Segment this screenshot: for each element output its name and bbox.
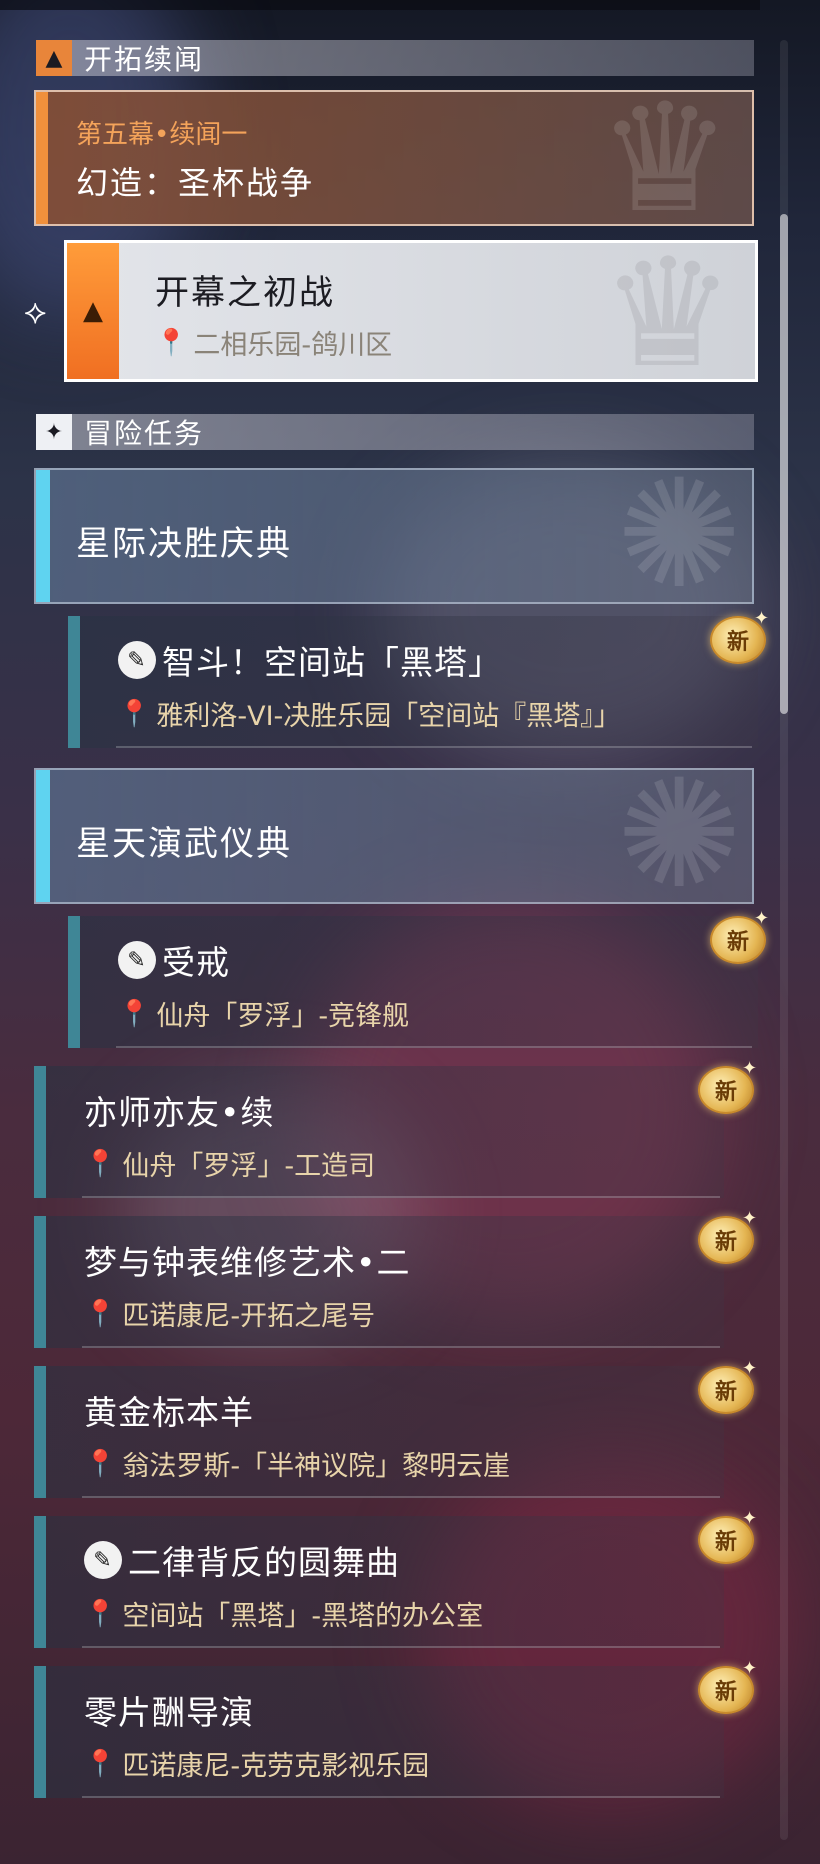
trailblaze-quest-icon: ▲ xyxy=(67,243,119,379)
adventure-star-icon: ✦ xyxy=(36,414,72,450)
quest-location: 📍 仙舟「罗浮」-工造司 xyxy=(84,1144,375,1183)
event-title: 星际决胜庆典 xyxy=(76,524,292,564)
sparkle-icon: ✦ xyxy=(742,1508,758,1529)
mission-type-icon: ✎ xyxy=(118,941,156,979)
quest-location-text: 翁法罗斯-「半神议院」黎明云崖 xyxy=(122,1451,511,1482)
location-pin-icon: 📍 xyxy=(84,1298,117,1329)
quest-divider xyxy=(82,1196,720,1198)
active-quest-title: 开幕之初战 xyxy=(155,273,335,313)
quest-divider xyxy=(82,1646,720,1648)
quest-location-text: 雅利洛-VI-决胜乐园「空间站『黑塔』」 xyxy=(156,701,621,732)
quest-location: 📍 仙舟「罗浮」-竞锋舰 xyxy=(118,994,409,1033)
mission-type-icon: ✎ xyxy=(84,1541,122,1579)
location-pin-icon: 📍 xyxy=(84,1448,117,1479)
quest-title: 亦师亦友•续 xyxy=(84,1093,275,1132)
quest-bar xyxy=(34,1666,46,1798)
location-pin-icon: 📍 xyxy=(118,698,151,729)
active-quest-card[interactable]: ▲ ♛ 开幕之初战 📍 二相乐园-鸽川区 xyxy=(64,239,758,389)
event-card[interactable]: ✺ 星际决胜庆典 xyxy=(34,460,754,610)
sparkle-icon: ✦ xyxy=(742,1358,758,1379)
quest-item[interactable]: ✎ 智斗！空间站「黑塔」 📍 雅利洛-VI-决胜乐园「空间站『黑塔』」 xyxy=(68,616,758,748)
quest-bar xyxy=(34,1216,46,1348)
top-strip xyxy=(0,0,760,10)
mission-type-icon: ✎ xyxy=(118,641,156,679)
quest-title: 黄金标本羊 xyxy=(84,1393,254,1432)
quest-bar xyxy=(68,916,80,1048)
event-title: 星天演武仪典 xyxy=(76,824,292,864)
quest-location-text: 空间站「黑塔」-黑塔的办公室 xyxy=(122,1601,484,1632)
event-emblem-icon: ✺ xyxy=(616,448,742,622)
quest-location-text: 匹诺康尼-克劳克影视乐园 xyxy=(122,1751,430,1782)
quest-location: 📍 翁法罗斯-「半神议院」黎明云崖 xyxy=(84,1444,510,1483)
quest-location-text: 仙舟「罗浮」-竞锋舰 xyxy=(156,1001,410,1032)
quest-bar xyxy=(34,1366,46,1498)
scrollbar[interactable] xyxy=(780,40,788,1840)
quest-item[interactable]: ✎ 二律背反的圆舞曲 📍 空间站「黑塔」-黑塔的办公室 xyxy=(34,1516,724,1648)
location-pin-icon: 📍 xyxy=(84,1598,117,1629)
active-quest-location: 📍 二相乐园-鸽川区 xyxy=(155,323,392,362)
event-card[interactable]: ✺ 星天演武仪典 xyxy=(34,760,754,910)
section-header-adventure: ✦ 冒险任务 xyxy=(36,414,754,450)
quest-divider xyxy=(82,1496,720,1498)
quest-location-text: 仙舟「罗浮」-工造司 xyxy=(122,1151,376,1182)
sparkle-icon: ✦ xyxy=(742,1208,758,1229)
quest-title: ✎ 受戒 xyxy=(118,936,230,984)
quest-divider xyxy=(82,1346,720,1348)
quest-item[interactable]: ✎ 受戒 📍 仙舟「罗浮」-竞锋舰 xyxy=(68,916,758,1048)
section-title: 冒险任务 xyxy=(84,417,205,450)
quest-item[interactable]: 梦与钟表维修艺术•二 📍 匹诺康尼-开拓之尾号 xyxy=(34,1216,724,1348)
quest-location: 📍 匹诺康尼-克劳克影视乐园 xyxy=(84,1744,429,1783)
sparkle-icon: ✦ xyxy=(754,608,770,629)
chapter-card[interactable]: ♛ 第五幕•续闻一 幻造：圣杯战争 xyxy=(34,84,754,234)
active-emblem-icon: ♛ xyxy=(600,227,735,401)
quest-divider xyxy=(82,1796,720,1798)
sparkle-icon: ✦ xyxy=(754,908,770,929)
quest-location: 📍 雅利洛-VI-决胜乐园「空间站『黑塔』」 xyxy=(118,694,621,733)
quest-location-text: 匹诺康尼-开拓之尾号 xyxy=(122,1301,376,1332)
event-accent xyxy=(36,770,50,902)
location-pin-icon: 📍 xyxy=(155,327,188,358)
chapter-subtitle: 第五幕•续闻一 xyxy=(76,120,248,150)
chapter-emblem-icon: ♛ xyxy=(597,72,732,246)
location-pin-icon: 📍 xyxy=(84,1148,117,1179)
chapter-accent xyxy=(36,92,48,224)
trailblaze-triangle-icon: ▲ xyxy=(36,40,72,76)
sparkle-icon: ✦ xyxy=(742,1058,758,1079)
location-pin-icon: 📍 xyxy=(118,998,151,1029)
quest-bar xyxy=(34,1066,46,1198)
quest-title-text: 受戒 xyxy=(162,943,230,982)
quest-title: 梦与钟表维修艺术•二 xyxy=(84,1243,411,1282)
active-quest-location-text: 二相乐园-鸽川区 xyxy=(193,330,393,361)
quest-item[interactable]: 零片酬导演 📍 匹诺康尼-克劳克影视乐园 xyxy=(34,1666,724,1798)
section-header-trailblaze: ▲ 开拓续闻 xyxy=(36,40,754,76)
quest-title: ✎ 二律背反的圆舞曲 xyxy=(84,1536,400,1584)
quest-title-text: 智斗！空间站「黑塔」 xyxy=(162,643,502,682)
quest-location: 📍 匹诺康尼-开拓之尾号 xyxy=(84,1294,375,1333)
event-emblem-icon: ✺ xyxy=(616,748,742,922)
location-pin-icon: 📍 xyxy=(84,1748,117,1779)
quest-title-text: 二律背反的圆舞曲 xyxy=(128,1543,400,1582)
quest-bar xyxy=(34,1516,46,1648)
section-title: 开拓续闻 xyxy=(84,43,205,76)
chapter-title: 幻造：圣杯战争 xyxy=(76,164,315,202)
quest-item[interactable]: 亦师亦友•续 📍 仙舟「罗浮」-工造司 xyxy=(34,1066,724,1198)
quest-divider xyxy=(116,1046,752,1048)
scroll-thumb[interactable] xyxy=(780,214,788,714)
sparkle-icon: ✦ xyxy=(742,1658,758,1679)
quest-item[interactable]: 黄金标本羊 📍 翁法罗斯-「半神议院」黎明云崖 xyxy=(34,1366,724,1498)
event-accent xyxy=(36,470,50,602)
selection-pointer-icon: ⟡ xyxy=(24,292,47,332)
quest-location: 📍 空间站「黑塔」-黑塔的办公室 xyxy=(84,1594,483,1633)
quest-bar xyxy=(68,616,80,748)
quest-title: ✎ 智斗！空间站「黑塔」 xyxy=(118,636,502,684)
quest-title: 零片酬导演 xyxy=(84,1693,254,1732)
